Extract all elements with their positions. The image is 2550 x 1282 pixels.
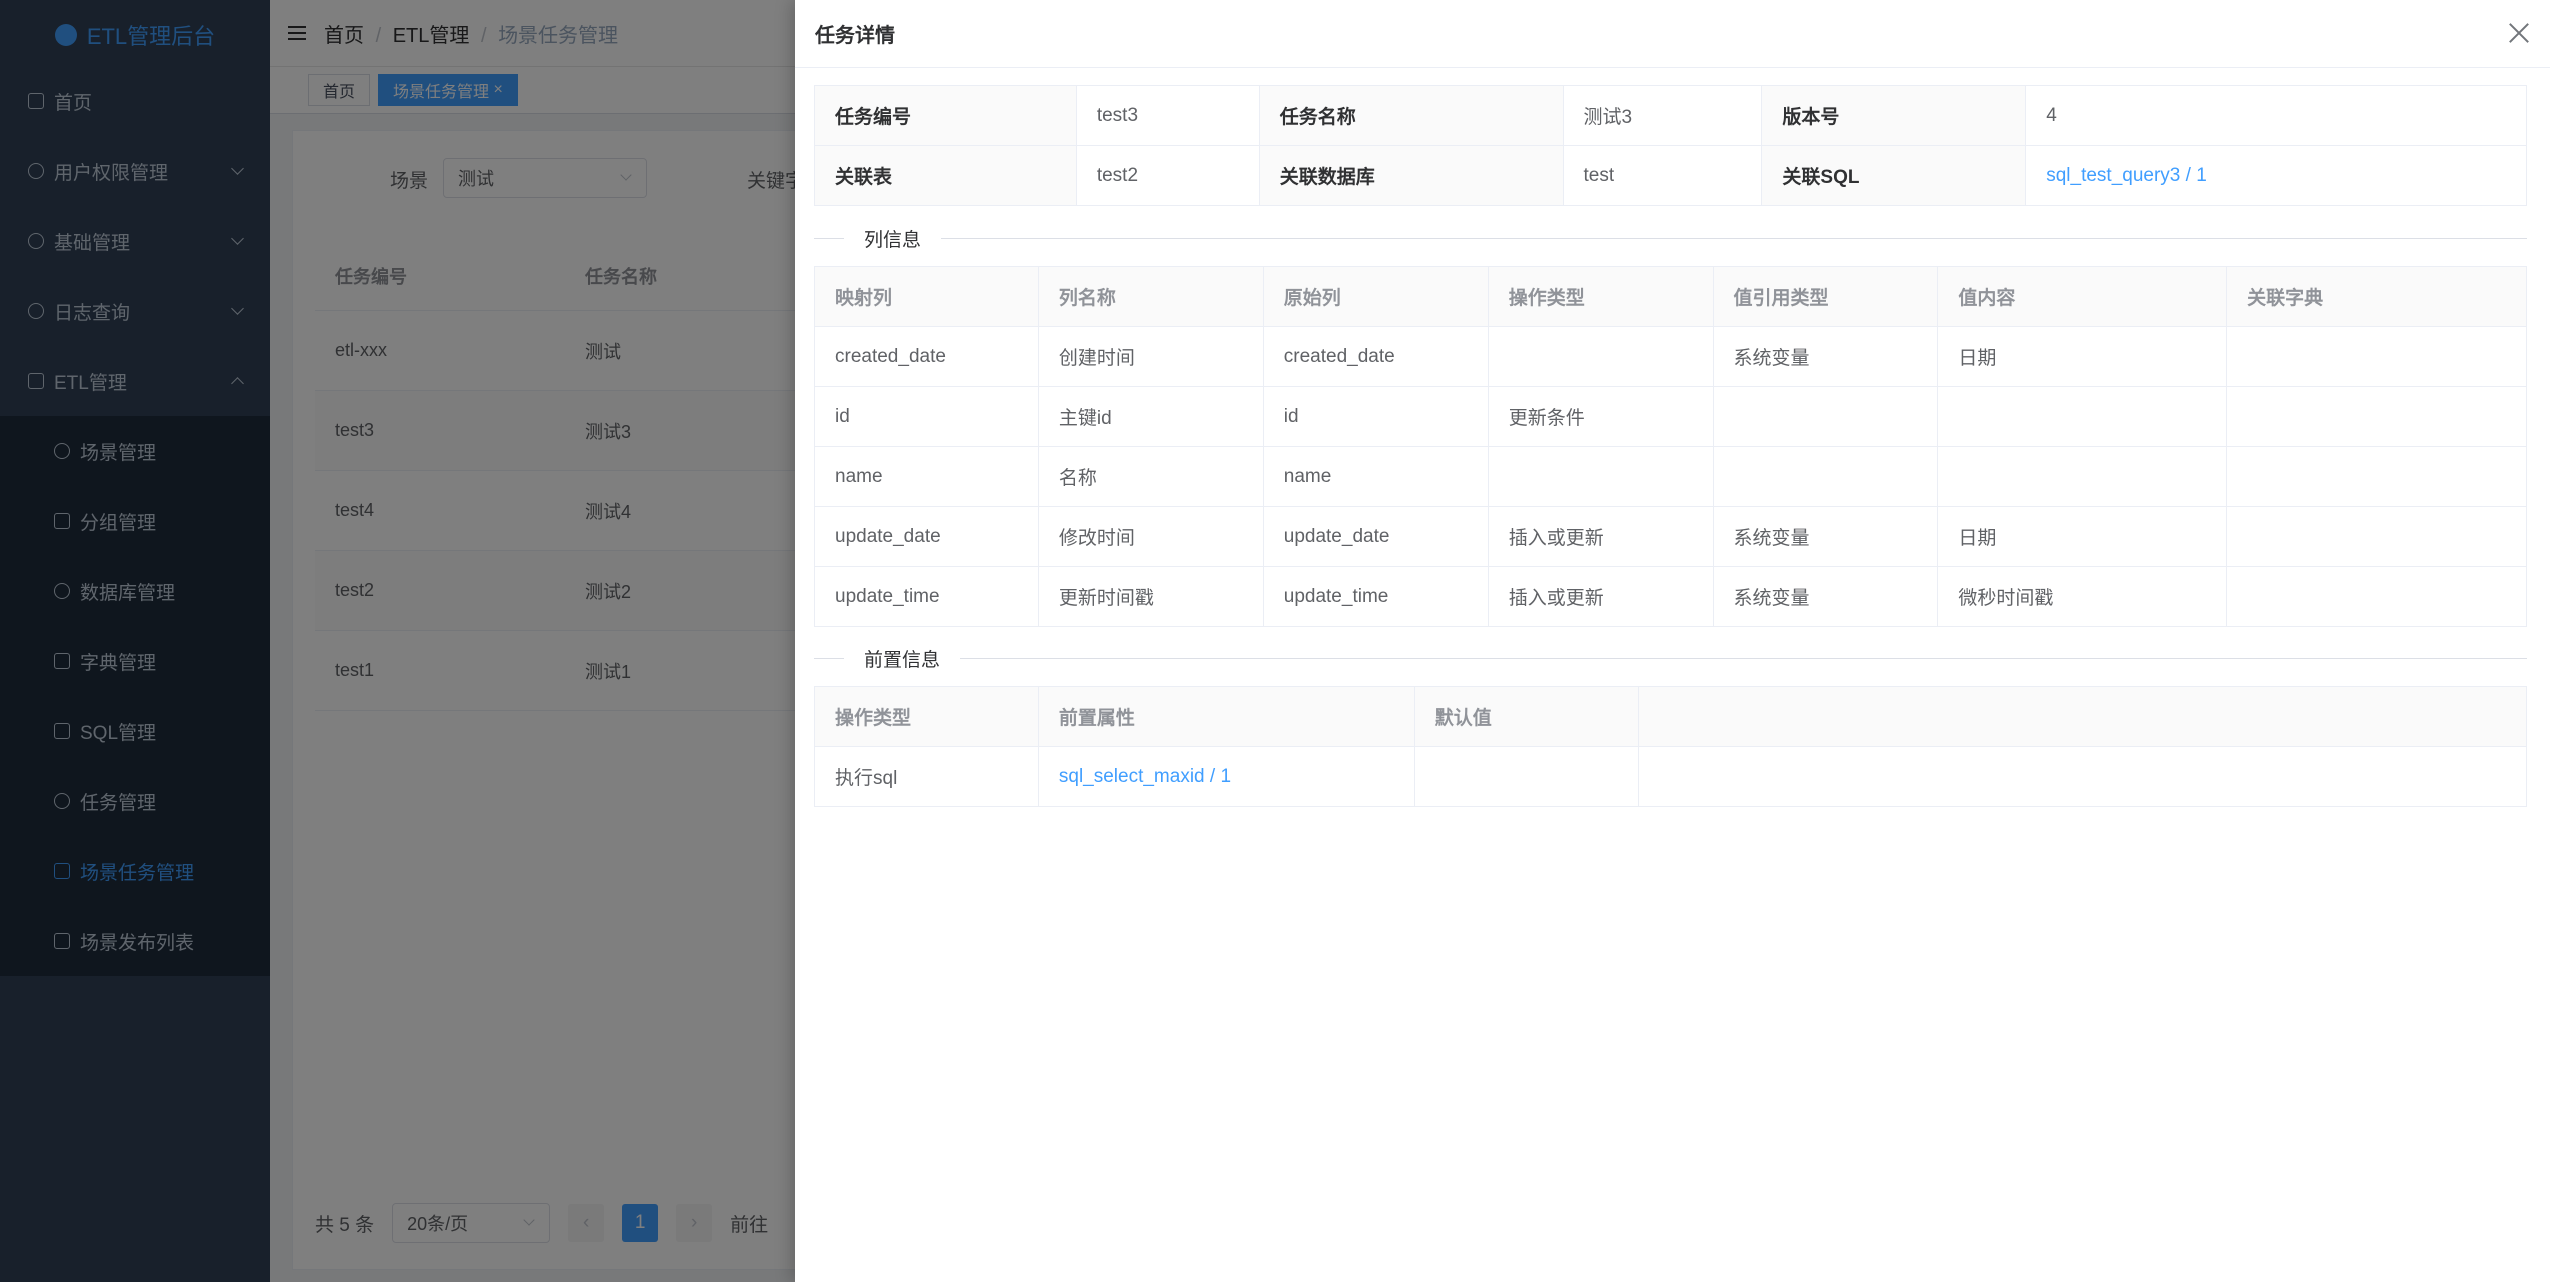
desc-label: 关联数据库	[1258, 145, 1564, 206]
desc-row: 关联表 test2 关联数据库 test 关联SQL sql_test_quer…	[814, 145, 2527, 206]
table-header: 映射列 列名称 原始列 操作类型 值引用类型 值内容 关联字典	[814, 266, 2527, 327]
table-cell: created_date	[1262, 326, 1489, 387]
table-cell: 名称	[1037, 446, 1264, 507]
divider-line	[960, 657, 2527, 659]
table-row: id 主键id id 更新条件	[814, 386, 2527, 447]
table-cell: 日期	[1937, 506, 2228, 567]
drawer-title: 任务详情	[815, 25, 895, 47]
table-cell: 执行sql	[814, 746, 1039, 807]
columns-divider: 列信息	[814, 225, 2527, 251]
table-cell: 更新时间戳	[1037, 566, 1264, 627]
table-filler	[1637, 746, 2528, 807]
drawer-header: 任务详情	[795, 0, 2550, 68]
table-cell: 插入或更新	[1487, 506, 1714, 567]
table-cell: name	[1262, 446, 1489, 507]
divider-line	[941, 237, 2527, 239]
table-row: update_time 更新时间戳 update_time 插入或更新 系统变量…	[814, 566, 2527, 627]
table-cell: 日期	[1937, 326, 2228, 387]
desc-label: 版本号	[1761, 85, 2027, 146]
table-cell: update_date	[814, 506, 1039, 567]
section-title: 列信息	[864, 229, 922, 251]
column-header: 前置属性	[1037, 686, 1415, 747]
desc-value: 4	[2025, 85, 2527, 146]
table-cell: id	[1262, 386, 1489, 447]
table-cell: update_time	[1262, 566, 1489, 627]
table-cell: 创建时间	[1037, 326, 1264, 387]
table-cell	[1712, 446, 1939, 507]
desc-label: 任务名称	[1258, 85, 1564, 146]
column-header: 映射列	[814, 266, 1039, 327]
table-cell: id	[814, 386, 1039, 447]
desc-row: 任务编号 test3 任务名称 测试3 版本号 4	[814, 85, 2527, 146]
desc-value: test2	[1075, 145, 1260, 206]
table-cell: 更新条件	[1487, 386, 1714, 447]
table-cell: 主键id	[1037, 386, 1264, 447]
column-header: 操作类型	[814, 686, 1039, 747]
table-header: 操作类型 前置属性 默认值	[814, 686, 2528, 747]
task-detail-drawer: 任务详情 任务编号 test3 任务名称 测试3 版本号 4 关联表 test2…	[795, 0, 2550, 1282]
table-cell: name	[814, 446, 1039, 507]
table-cell	[2226, 326, 2527, 387]
table-cell	[1487, 326, 1714, 387]
column-header: 值引用类型	[1712, 266, 1939, 327]
pre-sql-link[interactable]: sql_select_maxid / 1	[1059, 766, 1231, 787]
table-cell: 系统变量	[1712, 566, 1939, 627]
table-cell: 修改时间	[1037, 506, 1264, 567]
desc-label: 任务编号	[814, 85, 1077, 146]
desc-value: test	[1562, 145, 1763, 206]
desc-label: 关联SQL	[1761, 145, 2027, 206]
close-icon[interactable]	[2508, 22, 2530, 44]
table-cell	[1937, 446, 2228, 507]
table-cell	[2226, 566, 2527, 627]
table-row: update_date 修改时间 update_date 插入或更新 系统变量 …	[814, 506, 2527, 567]
table-row: name 名称 name	[814, 446, 2527, 507]
table-cell: created_date	[814, 326, 1039, 387]
column-header: 原始列	[1262, 266, 1489, 327]
table-cell: 插入或更新	[1487, 566, 1714, 627]
table-cell	[2226, 446, 2527, 507]
columns-table: 映射列 列名称 原始列 操作类型 值引用类型 值内容 关联字典 created_…	[814, 266, 2527, 627]
task-descriptions: 任务编号 test3 任务名称 测试3 版本号 4 关联表 test2 关联数据…	[814, 85, 2527, 206]
desc-label: 关联表	[814, 145, 1077, 206]
table-cell	[1413, 746, 1639, 807]
column-header: 列名称	[1037, 266, 1264, 327]
table-cell: 微秒时间戳	[1937, 566, 2228, 627]
divider-line	[814, 657, 844, 659]
table-cell	[1937, 386, 2228, 447]
desc-value: sql_test_query3 / 1	[2025, 145, 2527, 206]
divider-line	[814, 237, 844, 239]
table-cell: update_date	[1262, 506, 1489, 567]
desc-value: test3	[1075, 85, 1260, 146]
table-filler	[1637, 686, 2528, 747]
column-header: 值内容	[1937, 266, 2228, 327]
table-cell	[2226, 386, 2527, 447]
column-header: 关联字典	[2226, 266, 2527, 327]
rel-sql-link[interactable]: sql_test_query3 / 1	[2046, 165, 2207, 186]
section-title: 前置信息	[864, 649, 941, 671]
table-cell	[1487, 446, 1714, 507]
desc-value: 测试3	[1562, 85, 1763, 146]
table-row: created_date 创建时间 created_date 系统变量 日期	[814, 326, 2527, 387]
column-header: 操作类型	[1487, 266, 1714, 327]
table-cell: update_time	[814, 566, 1039, 627]
table-cell: 系统变量	[1712, 326, 1939, 387]
table-cell: 系统变量	[1712, 506, 1939, 567]
table-cell	[2226, 506, 2527, 567]
pre-info-table: 操作类型 前置属性 默认值 执行sql sql_select_maxid / 1	[814, 686, 2528, 807]
column-header: 默认值	[1413, 686, 1639, 747]
pre-info-divider: 前置信息	[814, 645, 2527, 671]
table-row: 执行sql sql_select_maxid / 1	[814, 746, 2528, 807]
table-cell	[1712, 386, 1939, 447]
table-cell: sql_select_maxid / 1	[1037, 746, 1415, 807]
